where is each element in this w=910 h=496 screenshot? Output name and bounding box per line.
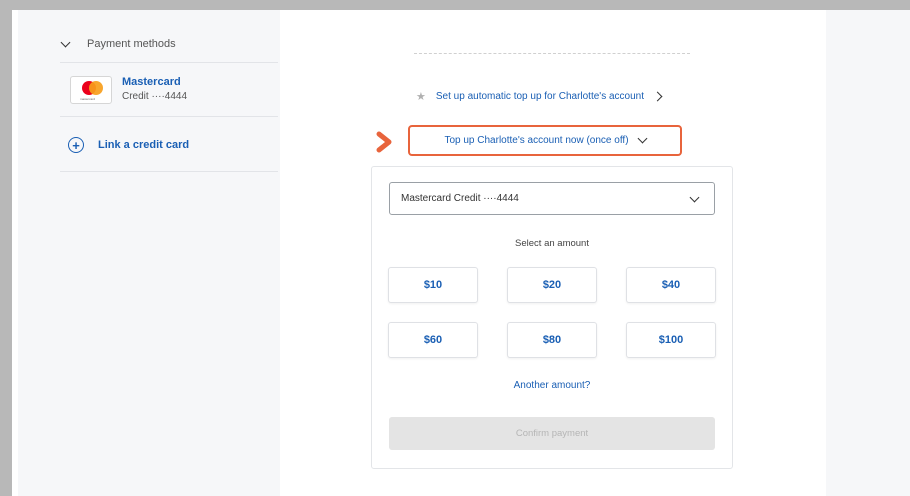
topup-now-label: Top up Charlotte's account now (once off…	[444, 135, 629, 146]
chevron-down-icon	[689, 192, 700, 203]
payment-card-select[interactable]: Mastercard Credit ····4444	[389, 182, 715, 215]
auto-topup-link[interactable]: ★ Set up automatic top up for Charlotte'…	[416, 90, 663, 103]
divider	[60, 171, 278, 172]
amount-button[interactable]: $10	[388, 267, 478, 303]
another-amount-link[interactable]: Another amount?	[372, 380, 732, 391]
amount-button[interactable]: $80	[507, 322, 597, 358]
amount-button[interactable]: $100	[626, 322, 716, 358]
star-icon: ★	[416, 91, 426, 103]
chevron-down-icon	[637, 133, 647, 144]
select-amount-label: Select an amount	[515, 238, 589, 249]
auto-topup-label: Set up automatic top up for Charlotte's …	[435, 91, 645, 102]
chevron-right-icon	[652, 91, 663, 102]
payment-card-select-value: Mastercard Credit ····4444	[401, 193, 519, 204]
right-gutter	[826, 10, 910, 496]
topup-now-toggle[interactable]: Top up Charlotte's account now (once off…	[408, 125, 682, 156]
amount-button[interactable]: $60	[388, 322, 478, 358]
payment-methods-label: Payment methods	[87, 38, 176, 50]
link-credit-card-button[interactable]: + Link a credit card	[68, 137, 189, 153]
amount-button[interactable]: $40	[626, 267, 716, 303]
confirm-payment-button[interactable]: Confirm payment	[389, 417, 715, 450]
payment-methods-toggle[interactable]: Payment methods	[60, 37, 176, 50]
link-credit-card-label: Link a credit card	[98, 139, 190, 151]
divider	[60, 62, 278, 63]
amount-button[interactable]: $20	[507, 267, 597, 303]
arrow-right-icon	[376, 131, 392, 153]
dotted-separator	[414, 53, 690, 54]
divider	[60, 116, 278, 117]
plus-circle-icon: +	[68, 137, 84, 153]
card-name[interactable]: Mastercard	[122, 76, 181, 88]
card-number: Credit ····4444	[122, 91, 188, 102]
mastercard-logo: mastercard	[70, 76, 112, 104]
chevron-down-icon	[60, 37, 71, 47]
